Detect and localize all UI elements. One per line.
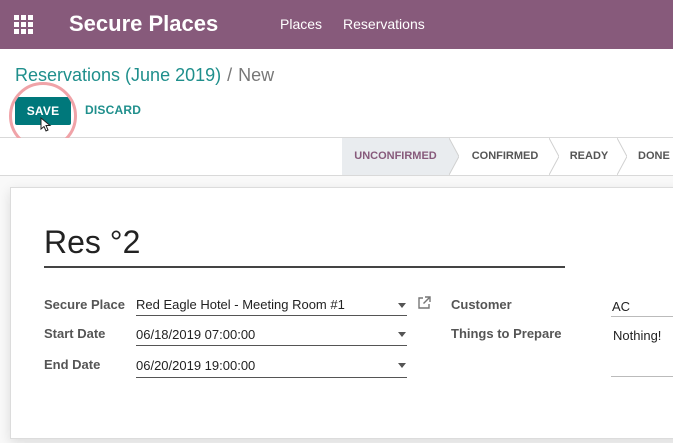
breadcrumb: Reservations (June 2019) / New <box>15 65 274 86</box>
reservation-name-field[interactable]: Res °2 <box>44 224 140 261</box>
stage-chevron-icon <box>617 138 627 175</box>
menu-item-places[interactable]: Places <box>280 16 322 32</box>
control-panel: Reservations (June 2019) / New SAVE DISCAR… <box>0 49 673 138</box>
start-date-label: Start Date <box>44 326 106 341</box>
customer-input[interactable]: AC <box>612 299 630 314</box>
start-date-underline <box>136 345 407 346</box>
secure-place-label: Secure Place <box>44 297 125 312</box>
things-to-prepare-value: Nothing! <box>613 328 662 343</box>
top-navbar: Secure Places Places Reservations <box>0 0 673 49</box>
end-date-label: End Date <box>44 357 101 372</box>
customer-underline <box>611 316 673 317</box>
dropdown-caret-icon[interactable] <box>398 303 406 308</box>
stage-chevron-icon <box>449 138 459 175</box>
secure-place-input[interactable]: Red Eagle Hotel - Meeting Room #1 <box>136 297 345 312</box>
dropdown-caret-icon[interactable] <box>398 332 406 337</box>
breadcrumb-current: New <box>238 65 275 85</box>
stage-confirmed[interactable]: CONFIRMED <box>461 138 549 175</box>
status-bar: UNCONFIRMED CONFIRMED READY DONE <box>0 138 673 176</box>
dropdown-caret-icon[interactable] <box>398 363 406 368</box>
stage-done[interactable]: DONE <box>638 138 673 175</box>
things-to-prepare-label: Things to Prepare <box>451 326 562 341</box>
external-link-icon[interactable] <box>417 296 431 310</box>
breadcrumb-separator: / <box>227 65 233 85</box>
main-menu: Places Reservations <box>280 16 425 32</box>
secure-place-underline <box>136 315 407 316</box>
start-date-input[interactable]: 06/18/2019 07:00:00 <box>136 327 255 342</box>
end-date-underline <box>136 377 407 378</box>
breadcrumb-parent-link[interactable]: Reservations (June 2019) <box>15 65 221 85</box>
menu-item-reservations[interactable]: Reservations <box>343 16 425 32</box>
apps-grid-icon[interactable] <box>14 15 34 35</box>
app-title[interactable]: Secure Places <box>69 11 218 37</box>
save-button[interactable]: SAVE <box>15 97 71 125</box>
discard-button[interactable]: DISCARD <box>85 103 141 117</box>
stage-ready[interactable]: READY <box>561 138 617 175</box>
customer-label: Customer <box>451 297 512 312</box>
things-to-prepare-textarea[interactable]: Nothing! <box>611 320 673 377</box>
form-sheet: Res °2 Secure Place Red Eagle Hotel - Me… <box>10 187 673 439</box>
title-underline <box>44 266 565 268</box>
end-date-input[interactable]: 06/20/2019 19:00:00 <box>136 358 255 373</box>
stage-unconfirmed[interactable]: UNCONFIRMED <box>342 138 449 175</box>
stage-chevron-icon <box>549 138 559 175</box>
